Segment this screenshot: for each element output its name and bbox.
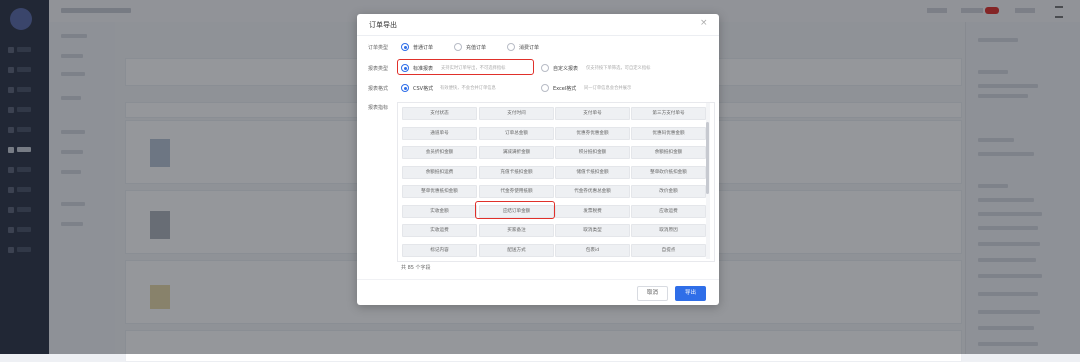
report-field-tag[interactable]: 积分抵扣金额 bbox=[555, 146, 630, 159]
report-field-tag[interactable]: 支付时间 bbox=[479, 107, 554, 120]
divider bbox=[357, 279, 719, 280]
report-field-tag[interactable]: 整单优惠抵扣金额 bbox=[402, 185, 477, 198]
report-format-radio-excel[interactable] bbox=[541, 84, 549, 92]
report-field-tag[interactable]: 代金券优惠总金额 bbox=[555, 185, 630, 198]
report-format-label: 报表格式 bbox=[368, 86, 389, 92]
order-type-radio-consume[interactable] bbox=[507, 43, 515, 51]
report-format-excel-hint: 同一订单信息会合并展示 bbox=[584, 86, 632, 91]
report-field-tag[interactable]: 余额抵扣运费 bbox=[402, 165, 477, 179]
report-type-standard-hint: 支持实时订单导出，不可选择指标 bbox=[441, 66, 506, 71]
report-field-tag[interactable]: 支付状态 bbox=[402, 107, 477, 120]
report-field-tag[interactable]: 余额抵扣金额 bbox=[631, 146, 706, 159]
report-format-option-csv[interactable]: CSV格式 bbox=[413, 85, 433, 92]
order-type-option-consume[interactable]: 消费订单 bbox=[519, 44, 539, 51]
report-type-radio-custom[interactable] bbox=[541, 64, 549, 72]
report-field-tag[interactable]: 会员折扣金额 bbox=[402, 146, 477, 159]
report-field-tag[interactable]: 应收运费 bbox=[631, 204, 706, 218]
report-field-tag[interactable]: 储值卡抵扣金额 bbox=[555, 165, 630, 179]
report-field-tag[interactable]: 包裹id bbox=[555, 243, 630, 257]
report-fields-label: 报表指标 bbox=[368, 105, 389, 111]
report-field-tag[interactable]: 充值卡抵扣金额 bbox=[479, 165, 554, 179]
order-type-radio-normal[interactable] bbox=[401, 43, 409, 51]
report-field-tag[interactable]: 优惠码优惠金额 bbox=[631, 126, 706, 140]
report-format-radio-csv[interactable] bbox=[401, 84, 409, 92]
dialog-title: 订单导出 bbox=[369, 21, 397, 29]
order-type-label: 订单类型 bbox=[368, 45, 389, 51]
report-format-option-excel[interactable]: Excel格式 bbox=[553, 85, 576, 92]
report-field-tag[interactable]: 满减满折金额 bbox=[479, 146, 554, 159]
report-field-tag[interactable]: 自提点 bbox=[631, 243, 706, 257]
field-count: 共 85 个字段 bbox=[401, 265, 431, 271]
report-type-option-standard[interactable]: 标准报表 bbox=[413, 65, 433, 72]
close-icon[interactable]: × bbox=[700, 18, 708, 28]
report-field-tag[interactable]: 取消类型 bbox=[555, 224, 630, 237]
report-field-tag[interactable]: 实收运费 bbox=[402, 224, 477, 237]
export-button[interactable]: 导出 bbox=[675, 286, 706, 301]
report-type-label: 报表类型 bbox=[368, 66, 389, 72]
fields-scrollbar-thumb[interactable] bbox=[706, 122, 709, 194]
order-type-option-normal[interactable]: 普通订单 bbox=[413, 44, 433, 51]
cancel-button[interactable]: 取消 bbox=[637, 286, 668, 301]
divider bbox=[357, 35, 719, 36]
order-export-dialog: 订单导出 × 订单类型 普通订单 充值订单 消费订单 报表类型 标准报表 支持实… bbox=[357, 14, 719, 305]
report-field-tag[interactable]: 优惠券优惠金额 bbox=[555, 126, 630, 140]
report-field-tag[interactable]: 第三方支付单号 bbox=[631, 107, 706, 120]
report-field-tag[interactable]: 整单砍价抵扣金额 bbox=[631, 165, 706, 179]
report-field-tag[interactable]: 实收金额 bbox=[402, 204, 477, 218]
report-field-tag[interactable]: 代金券使用抵额 bbox=[479, 185, 554, 198]
highlight-field-box bbox=[475, 200, 555, 219]
report-type-radio-standard[interactable] bbox=[401, 64, 409, 72]
report-type-custom-hint: 仅支持按下单筛选，可自定义指标 bbox=[586, 66, 651, 71]
report-field-tag[interactable]: 买家备注 bbox=[479, 224, 554, 237]
report-format-csv-hint: 有效便快，不会合并订单信息 bbox=[440, 86, 496, 91]
report-field-tag[interactable]: 标记内容 bbox=[402, 243, 477, 257]
report-field-tag[interactable]: 支付单号 bbox=[555, 107, 630, 120]
report-fields-grid: 支付状态 支付时间 支付单号 第三方支付单号通道单号 订单总金额 优惠券优惠金额 优惠码优惠… bbox=[397, 102, 715, 262]
order-type-option-recharge[interactable]: 充值订单 bbox=[466, 44, 486, 51]
report-field-tag[interactable]: 订单总金额 bbox=[479, 126, 554, 140]
order-type-radio-recharge[interactable] bbox=[454, 43, 462, 51]
report-field-tag[interactable]: 通道单号 bbox=[402, 126, 477, 140]
report-type-option-custom[interactable]: 自定义报表 bbox=[553, 65, 578, 72]
report-field-tag[interactable]: 发票税费 bbox=[555, 204, 630, 218]
report-field-tag[interactable]: 配送方式 bbox=[479, 243, 554, 257]
report-field-tag[interactable]: 取消原因 bbox=[631, 224, 706, 237]
report-field-tag[interactable]: 改价金额 bbox=[631, 185, 706, 198]
